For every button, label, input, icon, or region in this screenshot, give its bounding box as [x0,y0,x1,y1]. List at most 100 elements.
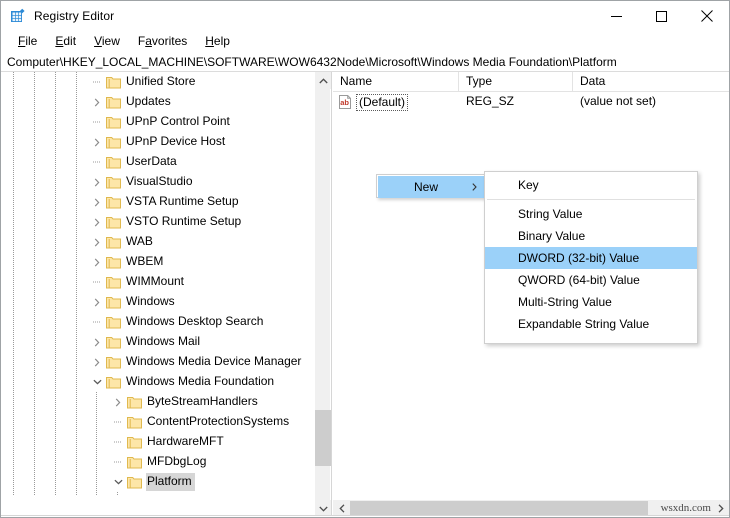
tree-guide-line [13,112,14,132]
tree-guide-line [55,432,56,452]
tree-item-wbem[interactable]: WBEM [1,252,315,272]
tree-item-windows[interactable]: Windows [1,292,315,312]
tree-guide-line [34,432,35,452]
registry-editor-window: Registry Editor File Edit View Favorites… [0,0,730,518]
folder-icon [126,432,142,452]
tree-item-vsto-runtime-setup[interactable]: VSTO Runtime Setup [1,212,315,232]
tree-item-label: Platform [146,473,195,491]
registry-editor-icon [10,8,26,24]
tree-item-vsta-runtime-setup[interactable]: VSTA Runtime Setup [1,192,315,212]
folder-icon [126,452,142,472]
tree-item-wab[interactable]: WAB [1,232,315,252]
list-scroll-thumb[interactable] [350,501,648,516]
chevron-right-icon[interactable] [89,212,105,232]
chevron-up-icon[interactable] [315,72,331,89]
tree-item-windows-media-device-manager[interactable]: Windows Media Device Manager [1,352,315,372]
submenu-item-key[interactable]: Key [485,174,697,196]
context-menu-item-new[interactable]: New [378,176,485,198]
column-header-data[interactable]: Data [573,72,729,92]
tree-item-platform[interactable]: Platform [1,472,315,492]
tree-guide-line [13,492,14,496]
chevron-right-icon[interactable] [89,192,105,212]
column-header-name[interactable]: Name [333,72,459,92]
chevron-right-icon[interactable] [89,332,105,352]
chevron-right-icon[interactable] [89,292,105,312]
tree-item-label: Unified Store [125,73,198,91]
tree-item-windows-desktop-search[interactable]: Windows Desktop Search [1,312,315,332]
submenu-item-dword-32-bit-value[interactable]: DWORD (32-bit) Value [485,247,697,269]
tree-item-hardwaremft[interactable]: HardwareMFT [1,432,315,452]
submenu-item-string-value[interactable]: String Value [485,203,697,225]
tree-item-windows-mail[interactable]: Windows Mail [1,332,315,352]
minimize-button[interactable] [594,1,639,31]
tree-guide-line [13,252,14,272]
menu-edit[interactable]: Edit [46,33,85,49]
value-name-cell[interactable]: ab(Default) [333,92,459,112]
menu-file[interactable]: File [9,33,46,49]
tree-item-label: Updates [125,93,174,111]
menu-view[interactable]: View [85,33,129,49]
tree-item-contentprotectionsystems[interactable]: ContentProtectionSystems [1,412,315,432]
chevron-right-icon[interactable] [89,252,105,272]
submenu-item-binary-value[interactable]: Binary Value [485,225,697,247]
tree-guide-line [34,212,35,232]
address-bar[interactable]: Computer\HKEY_LOCAL_MACHINE\SOFTWARE\WOW… [1,51,729,72]
chevron-right-icon[interactable] [89,172,105,192]
tree-guide-line [34,332,35,352]
context-submenu-new: Key String ValueBinary ValueDWORD (32-bit… [484,171,698,344]
submenu-item-multi-string-value[interactable]: Multi-String Value [485,291,697,313]
chevron-right-icon[interactable] [89,232,105,252]
tree-guide-line [13,272,14,292]
tree-guide-line [55,252,56,272]
tree-item-updates[interactable]: Updates [1,92,315,112]
tree-guide-line [76,352,77,372]
submenu-item-qword-64-bit-value[interactable]: QWORD (64-bit) Value [485,269,697,291]
chevron-right-icon[interactable] [89,132,105,152]
tree-scroll-thumb[interactable] [315,410,331,466]
registry-values-list[interactable]: ab(Default)REG_SZ(value not set) [333,92,729,112]
tree-guide-line [96,472,97,492]
tree-item-windows-media-foundation[interactable]: Windows Media Foundation [1,372,315,392]
tree-guide-line [76,332,77,352]
chevron-right-icon[interactable] [89,352,105,372]
tree-item-evr[interactable]: EVR [1,492,315,496]
table-row[interactable]: ab(Default)REG_SZ(value not set) [333,92,729,112]
close-button[interactable] [684,1,729,31]
tree-item-bytestreamhandlers[interactable]: ByteStreamHandlers [1,392,315,412]
tree-vertical-scrollbar[interactable] [314,72,330,517]
menu-help[interactable]: Help [196,33,239,49]
tree-item-userdata[interactable]: UserData [1,152,315,172]
tree-guide-line [34,312,35,332]
maximize-button[interactable] [639,1,684,31]
tree-guide-line [96,392,97,412]
tree-guide-line [96,432,97,452]
chevron-right-icon[interactable] [110,392,126,412]
chevron-down-icon[interactable] [89,372,105,392]
tree-guide-line [13,452,14,472]
tree-item-label: Windows Media Foundation [125,373,277,391]
column-header-type[interactable]: Type [459,72,573,92]
submenu-item-expandable-string-value[interactable]: Expandable String Value [485,313,697,335]
tree-guide-line [55,92,56,112]
tree-item-wimmount[interactable]: WIMMount [1,272,315,292]
tree-guide-line [13,372,14,392]
tree-item-upnp-control-point[interactable]: UPnP Control Point [1,112,315,132]
tree-item-unified-store[interactable]: Unified Store [1,72,315,92]
value-data-cell: (value not set) [573,92,729,112]
tree-item-visualstudio[interactable]: VisualStudio [1,172,315,192]
tree-item-label: Windows Desktop Search [125,313,266,331]
menu-favorites[interactable]: Favorites [129,33,196,49]
registry-tree[interactable]: Unified Store UpdatesUPnP Control PointUP… [1,72,315,496]
tree-guide-line [76,112,77,132]
chevron-down-icon[interactable] [110,472,126,492]
value-name-label: (Default) [356,94,408,111]
tree-guide-line [34,232,35,252]
chevron-right-icon[interactable] [89,92,105,112]
tree-item-upnp-device-host[interactable]: UPnP Device Host [1,132,315,152]
tree-item-mfdbglog[interactable]: MFDbgLog [1,452,315,472]
folder-icon [105,212,121,232]
tree-leaf-connector [89,72,105,92]
chevron-right-icon[interactable] [131,492,147,496]
folder-icon [105,92,121,112]
tree-guide-line [55,292,56,312]
